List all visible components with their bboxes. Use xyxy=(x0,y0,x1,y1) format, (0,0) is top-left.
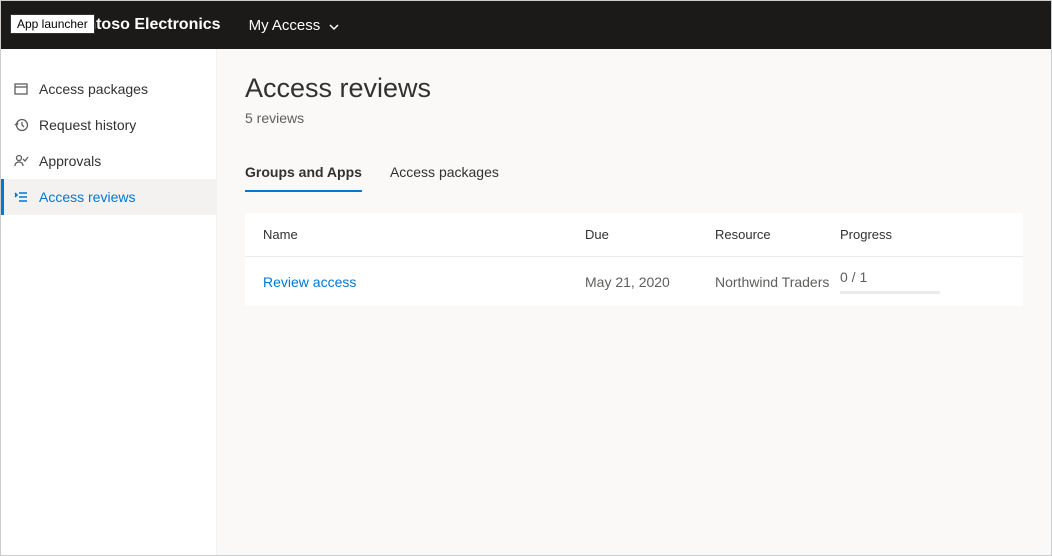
cell-progress: 0 / 1 xyxy=(840,269,1005,294)
reviews-table: Name Due Resource Progress Review access… xyxy=(245,213,1023,306)
package-icon xyxy=(13,81,29,97)
review-name-link[interactable]: Review access xyxy=(263,274,356,290)
my-access-dropdown[interactable]: My Access xyxy=(249,17,339,34)
sidebar-item-label: Access packages xyxy=(39,81,148,97)
sidebar-item-label: Access reviews xyxy=(39,189,135,205)
approvals-icon xyxy=(13,153,29,169)
sidebar-item-access-reviews[interactable]: Access reviews xyxy=(1,179,216,215)
sidebar-item-request-history[interactable]: Request history xyxy=(1,107,216,143)
cell-due: May 21, 2020 xyxy=(585,274,715,290)
tab-groups-and-apps[interactable]: Groups and Apps xyxy=(245,164,362,192)
column-header-name[interactable]: Name xyxy=(263,227,585,242)
reviews-icon xyxy=(13,189,29,205)
page-title: Access reviews xyxy=(245,73,1023,104)
tooltip: App launcher xyxy=(10,14,95,34)
app-header: App launcher Contoso Electronics My Acce… xyxy=(1,1,1051,49)
sidebar-item-label: Request history xyxy=(39,117,136,133)
sidebar-item-label: Approvals xyxy=(39,153,101,169)
sidebar-item-access-packages[interactable]: Access packages xyxy=(1,71,216,107)
column-header-resource[interactable]: Resource xyxy=(715,227,840,242)
table-header: Name Due Resource Progress xyxy=(245,213,1023,257)
progress-bar xyxy=(840,291,940,294)
main-content: Access reviews 5 reviews Groups and Apps… xyxy=(217,49,1051,555)
sidebar: Access packages Request history Approval… xyxy=(1,49,217,555)
column-header-due[interactable]: Due xyxy=(585,227,715,242)
chevron-down-icon xyxy=(328,20,338,30)
sidebar-item-approvals[interactable]: Approvals xyxy=(1,143,216,179)
table-row: Review access May 21, 2020 Northwind Tra… xyxy=(245,257,1023,306)
page-subtitle: 5 reviews xyxy=(245,110,1023,126)
history-icon xyxy=(13,117,29,133)
tab-access-packages[interactable]: Access packages xyxy=(390,164,499,192)
tabs: Groups and Apps Access packages xyxy=(245,164,1023,193)
nav-dropdown-label: My Access xyxy=(249,17,321,34)
column-header-progress[interactable]: Progress xyxy=(840,227,1005,242)
cell-resource: Northwind Traders xyxy=(715,274,840,290)
